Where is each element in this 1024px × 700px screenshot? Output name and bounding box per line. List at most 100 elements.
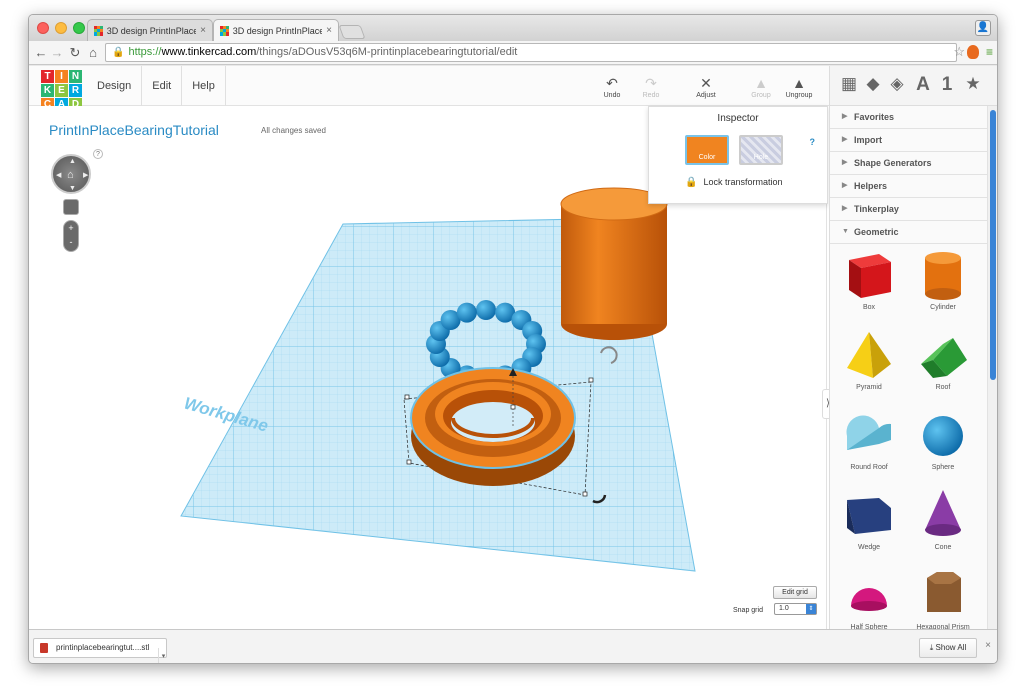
address-bar[interactable]: 🔒 https://www.tinkercad.com/things/aDOusV… <box>105 43 957 62</box>
category-geometric[interactable]: ▼ Geometric <box>830 221 997 244</box>
inspector-help-icon[interactable]: ? <box>810 137 816 147</box>
menu-edit[interactable]: Edit <box>142 66 183 106</box>
tab-2[interactable]: 3D design PrintInPlaceBea... × <box>213 19 339 41</box>
roof-icon <box>921 338 967 378</box>
ball[interactable] <box>476 300 496 320</box>
category-label: Import <box>854 135 882 145</box>
reload-icon[interactable]: ↻ <box>67 44 83 62</box>
color-swatch-button[interactable]: Color <box>685 135 729 165</box>
number-1-icon[interactable]: 1 <box>936 74 958 96</box>
adjust-label: Adjust <box>696 92 716 99</box>
panel-scrollbar[interactable] <box>987 106 997 629</box>
zoom-control[interactable]: + - <box>63 220 79 252</box>
tab-close-icon[interactable]: × <box>326 25 332 36</box>
tinkercad-app: TINKERCAD Design Edit Help ↶ Undo ↷ Redo… <box>29 66 997 631</box>
category-tinkerplay[interactable]: ▶ Tinkerplay <box>830 198 997 221</box>
edit-grid-button[interactable]: Edit grid <box>773 586 817 599</box>
caret-right-icon: ▶ <box>842 182 848 189</box>
zoom-in-icon[interactable]: + <box>64 221 78 235</box>
logo-letter: N <box>69 70 82 83</box>
design-canvas[interactable]: Workplane PrintInPlaceBearingTutorial Al… <box>33 106 834 629</box>
orbit-left-icon[interactable]: ◀ <box>56 171 61 179</box>
category-favorites[interactable]: ▶ Favorites <box>830 106 997 129</box>
cylinder-object[interactable] <box>560 187 668 340</box>
box-icon <box>849 254 891 298</box>
lock-icon: 🔒 <box>112 47 125 58</box>
lock-icon: 🔒 <box>685 177 698 188</box>
menu-help[interactable]: Help <box>182 66 226 106</box>
shape-cylinder[interactable]: Cylinder <box>908 246 978 326</box>
extension-icon[interactable] <box>967 45 979 59</box>
download-filename: printinplacebearingtut....stl <box>56 643 150 652</box>
letter-a-icon[interactable]: A <box>912 74 934 96</box>
main-menu: Design Edit Help <box>87 66 226 106</box>
orbit-up-icon[interactable]: ▲ <box>69 158 76 165</box>
redo-icon: ↷ <box>645 75 657 91</box>
shape-cone[interactable]: Cone <box>908 486 978 566</box>
minimize-window-button[interactable] <box>55 22 67 34</box>
cube-icon[interactable]: ◆ <box>862 74 884 94</box>
ball[interactable] <box>456 302 477 323</box>
new-tab-button[interactable] <box>338 25 366 39</box>
tab-1[interactable]: 3D design PrintInPlaceBea... × <box>87 19 213 41</box>
lock-transformation-toggle[interactable]: 🔒 Lock transformation <box>685 177 783 188</box>
orbit-control[interactable]: ▲ ▼ ◀ ▶ ⌂ <box>51 154 91 194</box>
logo-letter: R <box>69 84 82 97</box>
shape-box[interactable]: Box <box>834 246 904 326</box>
adjust-button[interactable]: ✕ Adjust <box>686 76 726 99</box>
menu-design[interactable]: Design <box>87 66 143 106</box>
shape-roof[interactable]: Roof <box>908 326 978 406</box>
inspector-panel: Inspector ? Color Hole 🔒 Lock transformat… <box>648 106 828 204</box>
category-label: Geometric <box>854 227 899 237</box>
forward-arrow-icon[interactable]: → <box>49 44 65 62</box>
sphere-icon <box>923 416 963 456</box>
save-status: All changes saved <box>261 126 326 135</box>
zoom-out-icon[interactable]: - <box>64 235 78 249</box>
grid-icon[interactable]: ▦ <box>838 74 860 94</box>
shape-round-roof[interactable]: Round Roof <box>834 406 904 486</box>
snap-grid-select[interactable]: 1.0 ⇕ <box>774 603 817 615</box>
shape-label: Box <box>862 304 876 311</box>
hole-swatch-button[interactable]: Hole <box>739 135 783 165</box>
home-icon[interactable]: ⌂ <box>85 44 101 62</box>
home-view-icon[interactable]: ⌂ <box>67 169 74 181</box>
bookmark-star-icon[interactable]: ☆ <box>953 44 965 60</box>
show-all-downloads-button[interactable]: ⤓ Show All <box>919 638 977 658</box>
star-icon[interactable]: ★ <box>962 74 984 94</box>
snap-grid-value: 1.0 <box>779 605 789 612</box>
close-window-button[interactable] <box>37 22 49 34</box>
cube-outline-icon[interactable]: ◈ <box>886 74 908 94</box>
tinkercad-favicon-icon <box>94 25 103 36</box>
shape-wedge[interactable]: Wedge <box>834 486 904 566</box>
view-cube-icon[interactable] <box>63 199 79 215</box>
undo-label: Undo <box>603 92 621 99</box>
orbit-right-icon[interactable]: ▶ <box>83 171 88 179</box>
download-item[interactable]: printinplacebearingtut....stl ▾ <box>33 638 167 663</box>
tinkercad-logo[interactable]: TINKERCAD <box>41 70 82 111</box>
shape-label: Pyramid <box>856 384 882 391</box>
redo-button[interactable]: ↷ Redo <box>631 76 671 99</box>
undo-button[interactable]: ↶ Undo <box>592 76 632 99</box>
tab-close-icon[interactable]: × <box>200 25 206 36</box>
ungroup-button[interactable]: ▲ Ungroup <box>779 76 819 99</box>
back-arrow-icon[interactable]: ← <box>33 44 49 62</box>
close-downloads-icon[interactable]: × <box>985 640 991 651</box>
browser-menu-icon[interactable]: ≡ <box>986 45 993 59</box>
orbit-down-icon[interactable]: ▼ <box>69 185 76 192</box>
pyramid-icon <box>847 332 891 378</box>
category-import[interactable]: ▶ Import <box>830 129 997 152</box>
shape-label: Cone <box>934 544 952 551</box>
maximize-window-button[interactable] <box>73 22 85 34</box>
shape-sphere[interactable]: Sphere <box>908 406 978 486</box>
view-help-icon[interactable]: ? <box>93 149 103 159</box>
user-profile-icon[interactable]: 👤 <box>975 20 991 36</box>
scrollbar-thumb[interactable] <box>990 110 996 380</box>
category-shape-generators[interactable]: ▶ Shape Generators <box>830 152 997 175</box>
half-sphere-icon <box>851 588 887 611</box>
shapes-panel: ▶ Favorites ▶ Import ▶ Shape Generators ▶ Helpe… <box>829 106 997 631</box>
group-button[interactable]: ▲ Group <box>741 76 781 99</box>
category-helpers[interactable]: ▶ Helpers <box>830 175 997 198</box>
project-title[interactable]: PrintInPlaceBearingTutorial <box>49 122 219 138</box>
shape-pyramid[interactable]: Pyramid <box>834 326 904 406</box>
download-menu-icon[interactable]: ▾ <box>158 648 168 663</box>
